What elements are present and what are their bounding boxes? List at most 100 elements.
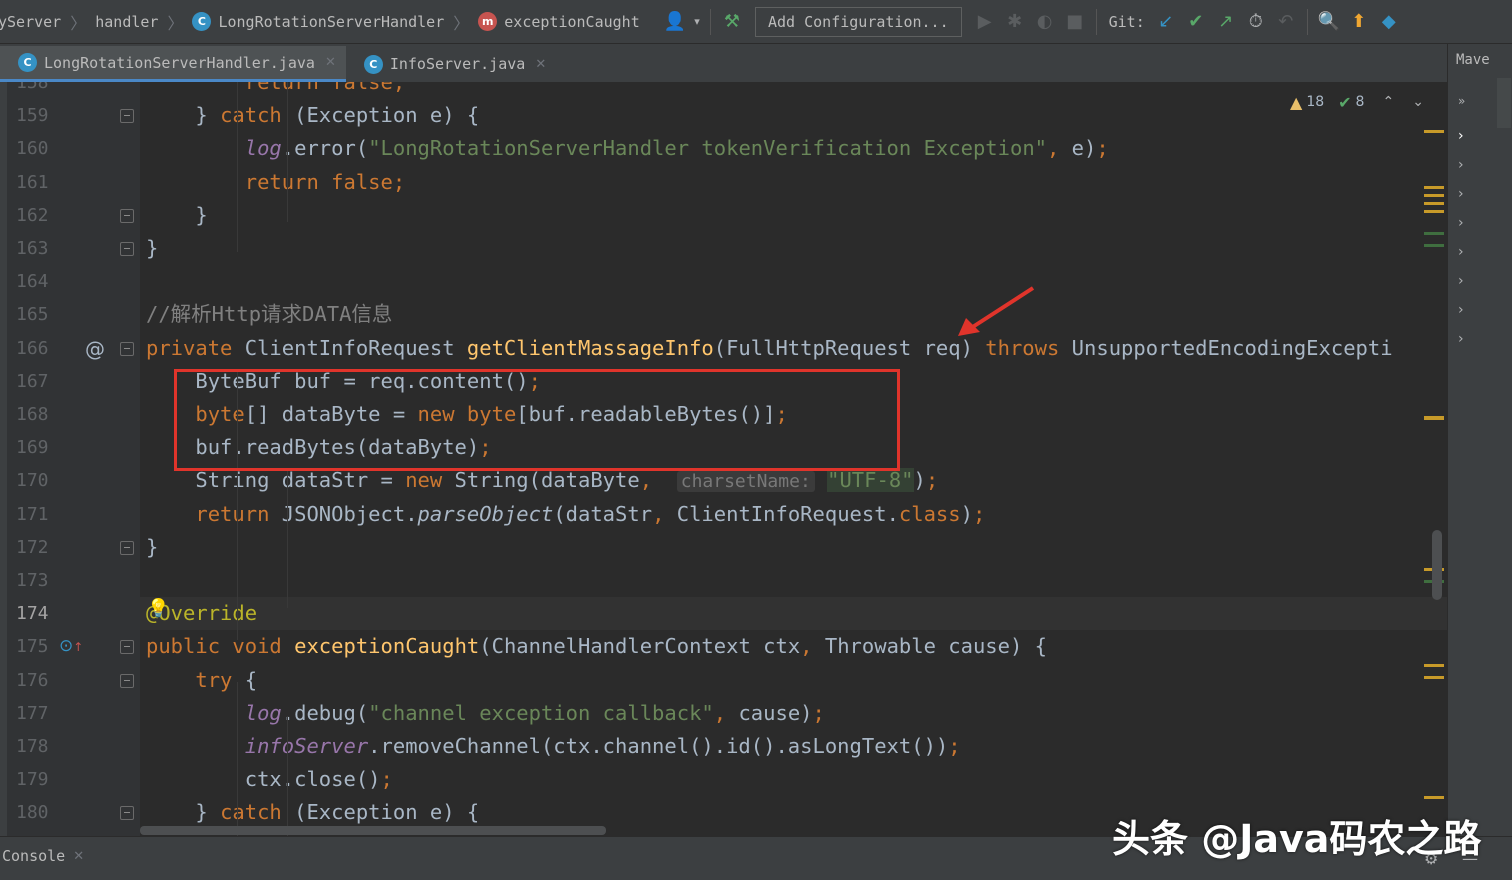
fold-toggle-icon[interactable]	[120, 242, 134, 256]
error-stripe[interactable]	[1424, 82, 1446, 836]
line-number[interactable]: 162	[0, 199, 60, 232]
line-number[interactable]: 160	[0, 132, 60, 165]
git-push-icon[interactable]: ↗	[1211, 7, 1241, 37]
breadcrumb-item-method[interactable]: m exceptionCaught	[474, 12, 643, 31]
stripe-mark[interactable]	[1424, 186, 1444, 189]
search-icon[interactable]: 🔍	[1314, 7, 1344, 37]
stripe-mark[interactable]	[1424, 664, 1444, 667]
coverage-icon[interactable]: ◐	[1030, 7, 1060, 37]
tab-console[interactable]: Console ✕	[2, 847, 84, 865]
stripe-mark[interactable]	[1424, 202, 1444, 205]
stripe-mark[interactable]	[1424, 676, 1444, 679]
line-number[interactable]: 174	[0, 597, 60, 630]
fold-toggle-icon[interactable]	[120, 673, 134, 688]
code-editor[interactable]: 158 159 160 161 162 163 164 165 166 167 168 169 170 1…	[0, 82, 1447, 836]
line-number[interactable]: 177	[0, 697, 60, 730]
stripe-mark[interactable]	[1424, 232, 1444, 235]
horizontal-scrollbar[interactable]	[140, 826, 606, 835]
line-number[interactable]: 159	[0, 99, 60, 132]
run-icon[interactable]: ▶	[970, 7, 1000, 37]
chevron-up-icon[interactable]: ⌃	[1382, 94, 1394, 110]
line-number[interactable]: 180	[0, 796, 60, 829]
fold-toggle-icon[interactable]	[120, 806, 134, 821]
line-number[interactable]: 158	[0, 82, 60, 99]
fold-toggle-icon[interactable]	[120, 540, 134, 555]
code-line[interactable]	[140, 265, 1447, 298]
tree-expand-icon[interactable]: ›	[1458, 302, 1464, 318]
line-number[interactable]: 165	[0, 298, 60, 331]
stripe-mark[interactable]	[1424, 796, 1444, 799]
code-line[interactable]: byte[] dataByte = new byte[buf.readableB…	[140, 398, 1447, 431]
code-line[interactable]: }	[140, 232, 1447, 265]
chevron-down-icon[interactable]: ▾	[690, 7, 704, 37]
fold-toggle-icon[interactable]	[120, 640, 134, 655]
tab-infoserver[interactable]: C InfoServer.java ✕	[346, 46, 556, 82]
close-icon[interactable]: ✕	[535, 57, 546, 72]
code-line[interactable]: private ClientInfoRequest getClientMassa…	[140, 332, 1447, 365]
code-line[interactable]: public void exceptionCaught(ChannelHandl…	[140, 630, 1447, 663]
breadcrumb-item-class[interactable]: C LongRotationServerHandler	[188, 12, 448, 31]
line-number[interactable]: 167	[0, 365, 60, 398]
line-number[interactable]: 179	[0, 763, 60, 796]
line-number[interactable]: 176	[0, 664, 60, 697]
line-number[interactable]: 164	[0, 265, 60, 298]
line-number[interactable]: 173	[0, 564, 60, 597]
implements-marker-icon[interactable]: @	[85, 337, 105, 361]
stripe-mark[interactable]	[1424, 244, 1444, 247]
user-icon[interactable]: 👤	[660, 7, 690, 37]
code-line[interactable]: String dataStr = new String(dataByte, ch…	[140, 464, 1447, 497]
vertical-scrollbar[interactable]	[1432, 530, 1442, 600]
tree-expand-icon[interactable]: ›	[1458, 128, 1464, 144]
expand-icon[interactable]: »	[1458, 94, 1465, 108]
close-icon[interactable]: ✕	[73, 849, 84, 864]
fold-toggle-icon[interactable]	[120, 208, 134, 223]
code-line[interactable]	[140, 564, 1447, 597]
tree-expand-icon[interactable]: ›	[1458, 215, 1464, 231]
line-number[interactable]: 171	[0, 498, 60, 531]
code-line[interactable]: return false;	[140, 82, 1447, 99]
debug-icon[interactable]: ✱	[1000, 7, 1030, 37]
code-line[interactable]: log.debug("channel exception callback", …	[140, 697, 1447, 730]
tree-expand-icon[interactable]: ›	[1458, 244, 1464, 260]
tree-expand-icon[interactable]: ›	[1458, 331, 1464, 347]
line-number[interactable]: 161	[0, 166, 60, 199]
code-line[interactable]: ctx.close();	[140, 763, 1447, 796]
code-area[interactable]: return false; } catch (Exception e) { lo…	[140, 82, 1447, 836]
history-icon[interactable]: ⏱	[1241, 7, 1271, 37]
code-line[interactable]: try {	[140, 664, 1447, 697]
code-line[interactable]: return false;	[140, 166, 1447, 199]
code-line[interactable]: } catch (Exception e) {	[140, 99, 1447, 132]
code-line[interactable]: ByteBuf buf = req.content();	[140, 365, 1447, 398]
git-commit-icon[interactable]: ✔	[1181, 7, 1211, 37]
add-configuration-button[interactable]: Add Configuration...	[755, 6, 962, 37]
git-update-icon[interactable]: ↙	[1151, 7, 1181, 37]
maven-side-tab[interactable]	[1497, 78, 1511, 128]
close-icon[interactable]: ✕	[325, 55, 336, 70]
stripe-mark[interactable]	[1424, 210, 1444, 213]
fold-toggle-icon[interactable]	[120, 109, 134, 124]
build-hammer-icon[interactable]: ⚒	[717, 7, 747, 37]
stop-icon[interactable]: ■	[1060, 7, 1090, 37]
fold-toggle-icon[interactable]	[120, 341, 134, 356]
code-line[interactable]: @Override	[140, 597, 1447, 631]
stripe-mark[interactable]	[1424, 130, 1444, 133]
stripe-mark[interactable]	[1424, 194, 1444, 197]
plugin-icon[interactable]: ◆	[1374, 7, 1404, 37]
rollback-icon[interactable]: ↶	[1271, 7, 1301, 37]
code-line[interactable]: buf.readBytes(dataByte);	[140, 431, 1447, 464]
tab-longrotationserverhandler[interactable]: C LongRotationServerHandler.java ✕	[0, 46, 346, 82]
line-number[interactable]: 178	[0, 730, 60, 763]
tree-expand-icon[interactable]: ›	[1458, 273, 1464, 289]
code-line[interactable]: //解析Http请求DATA信息	[140, 298, 1447, 331]
breadcrumb-item-server[interactable]: yServer	[0, 13, 65, 31]
update-notification-icon[interactable]: ⬆	[1344, 7, 1374, 37]
code-line[interactable]: }	[140, 199, 1447, 232]
line-number[interactable]: 170	[0, 464, 60, 497]
line-number[interactable]: 163	[0, 232, 60, 265]
line-number[interactable]: 169	[0, 431, 60, 464]
intention-bulb-icon[interactable]: 💡	[147, 598, 169, 619]
tree-expand-icon[interactable]: ›	[1458, 157, 1464, 173]
line-number[interactable]: 166	[0, 332, 60, 365]
line-number[interactable]: 168	[0, 398, 60, 431]
inspection-widget[interactable]: ▲ 18 ✔ 8 ⌃ ⌄	[1290, 90, 1424, 114]
